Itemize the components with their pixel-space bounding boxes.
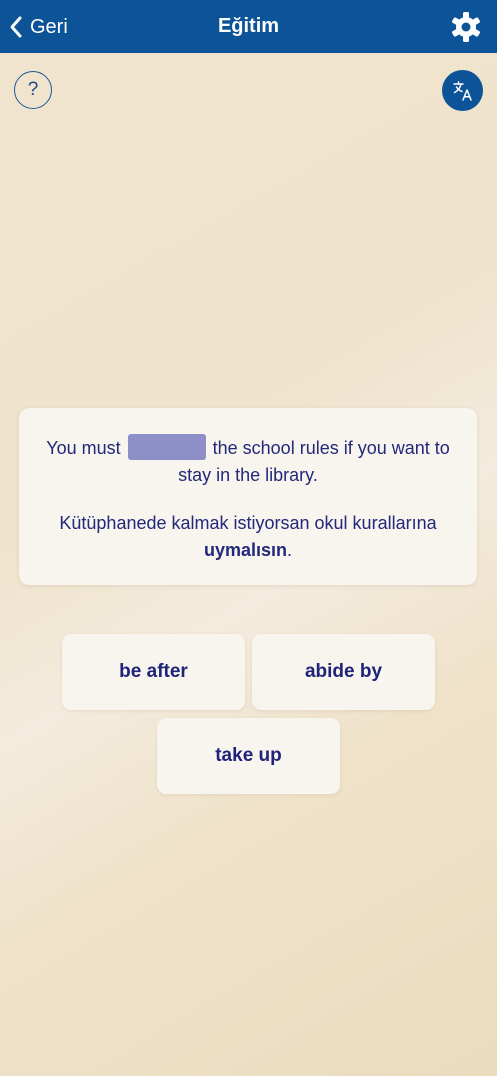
question-sentence: You must the school rules if you want to… — [33, 434, 463, 489]
question-mark-icon: ? — [27, 79, 39, 100]
sentence-before-blank: You must — [46, 438, 121, 458]
sentence-after-blank: the school rules if you want to stay in … — [178, 438, 450, 485]
translation-text: Kütüphanede kalmak istiyorsan okul kural… — [59, 513, 437, 533]
translation-sentence: Kütüphanede kalmak istiyorsan okul kural… — [33, 510, 463, 564]
answer-option-be-after[interactable]: be after — [62, 634, 245, 710]
settings-button[interactable] — [449, 10, 483, 44]
answer-option-label: take up — [215, 745, 282, 766]
answer-option-label: abide by — [304, 661, 383, 682]
gear-icon — [452, 12, 480, 42]
top-navigation-bar: Geri Eğitim — [0, 0, 497, 53]
question-card: You must the school rules if you want to… — [19, 408, 477, 585]
answer-blank — [127, 434, 206, 460]
help-button[interactable]: ? — [14, 71, 52, 109]
page-title: Eğitim — [217, 15, 280, 37]
translation-end: . — [287, 540, 293, 560]
translate-icon — [452, 80, 472, 101]
answer-option-label: be after — [119, 661, 188, 682]
answer-option-take-up[interactable]: take up — [157, 718, 340, 794]
translation-highlight: uymalısın — [203, 540, 287, 560]
answer-option-abide-by[interactable]: abide by — [252, 634, 435, 710]
translate-button[interactable] — [442, 70, 483, 111]
